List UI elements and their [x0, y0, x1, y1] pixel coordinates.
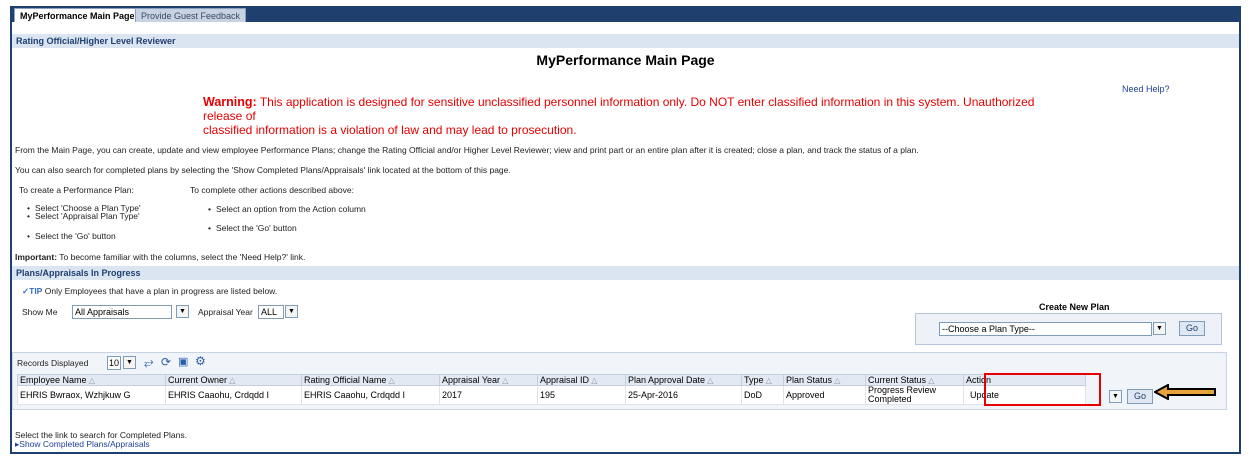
create-plan-go-button[interactable]: Go [1179, 321, 1206, 336]
cell-appraisal-year: 2017 [439, 385, 538, 405]
other-step-2: Select the 'Go' button [208, 223, 297, 233]
other-step-1: Select an option from the Action column [208, 204, 366, 214]
cell-employee-name: EHRIS Bwraox, Wzhjkuw G [17, 385, 166, 405]
tab-guest-feedback[interactable]: Provide Guest Feedback [135, 8, 247, 22]
refresh-icon[interactable]: ⟳ [161, 355, 171, 369]
cell-approval-date: 25-Apr-2016 [625, 385, 742, 405]
create-new-plan-panel: --Choose a Plan Type-- ▼ Go [915, 313, 1222, 345]
appraisal-year-dropdown-icon[interactable]: ▼ [285, 305, 298, 318]
plans-table: Employee Name Current Owner Rating Offic… [17, 374, 1086, 405]
important-note: Important: To become familiar with the c… [15, 252, 305, 262]
show-completed-plans-link[interactable]: ▸Show Completed Plans/Appraisals [15, 439, 150, 450]
need-help-link[interactable]: Need Help? [1122, 84, 1170, 94]
show-me-label: Show Me [22, 307, 58, 317]
show-me-dropdown-icon[interactable]: ▼ [176, 305, 189, 318]
create-step-3: Select the 'Go' button [27, 231, 116, 241]
plan-type-select[interactable]: --Choose a Plan Type-- [939, 322, 1152, 336]
cell-current-status: Progress Review Completed [865, 385, 964, 405]
action-go-button[interactable]: Go [1127, 389, 1154, 404]
role-header: Rating Official/Higher Level Reviewer [12, 34, 1239, 48]
appraisal-year-select[interactable]: ALL [258, 305, 284, 319]
table-row: EHRIS Bwraox, Wzhjkuw G EHRIS Caaohu, Cr… [17, 385, 1086, 405]
show-me-select[interactable]: All Appraisals [72, 305, 172, 319]
create-step-2: Select 'Appraisal Plan Type' [27, 211, 140, 221]
tab-myperformance-main[interactable]: MyPerformance Main Page [14, 8, 141, 22]
action-highlight-box [984, 373, 1101, 406]
warning-label: Warning: [203, 95, 257, 109]
warning-line1: This application is designed for sensiti… [203, 95, 1035, 123]
col-plan-status[interactable]: Plan Status [783, 374, 866, 386]
plans-table-panel: Records Displayed 10 ▼ ⥂ ⟳ ▣ ⚙ Employee … [12, 352, 1227, 410]
col-type[interactable]: Type [741, 374, 784, 386]
create-new-plan-title: Create New Plan [1039, 302, 1110, 312]
export-icon[interactable]: ▣ [178, 355, 188, 368]
records-dropdown-icon[interactable]: ▼ [123, 356, 136, 369]
col-employee-name[interactable]: Employee Name [17, 374, 166, 386]
col-current-owner[interactable]: Current Owner [165, 374, 302, 386]
expand-icon[interactable]: ⥂ [144, 355, 154, 370]
col-appraisal-year[interactable]: Appraisal Year [439, 374, 538, 386]
cell-current-owner: EHRIS Caaohu, Crdqdd I [165, 385, 302, 405]
warning-message: Warning: This application is designed fo… [203, 95, 1073, 137]
intro-paragraph-2: You can also search for completed plans … [15, 165, 511, 175]
cell-appraisal-id: 195 [537, 385, 626, 405]
col-current-status[interactable]: Current Status [865, 374, 964, 386]
cell-type: DoD [741, 385, 784, 405]
important-text: To become familiar with the columns, sel… [59, 252, 306, 262]
show-completed-plans-label[interactable]: Show Completed Plans/Appraisals [19, 439, 149, 449]
records-displayed-select[interactable]: 10 [107, 356, 121, 370]
col-appraisal-id[interactable]: Appraisal ID [537, 374, 626, 386]
table-header-row: Employee Name Current Owner Rating Offic… [17, 374, 1086, 386]
col-plan-approval-date[interactable]: Plan Approval Date [625, 374, 742, 386]
action-dropdown-icon[interactable]: ▼ [1109, 390, 1122, 403]
tip-label: TIP [29, 286, 43, 296]
appraisal-year-label: Appraisal Year [198, 307, 253, 317]
pointer-arrow-icon [1154, 384, 1216, 400]
page-title: MyPerformance Main Page [536, 52, 715, 68]
warning-line2: classified information is a violation of… [203, 123, 577, 137]
cell-plan-status: Approved [783, 385, 866, 405]
section-title-in-progress: Plans/Appraisals In Progress [12, 266, 1239, 280]
records-displayed-label: Records Displayed [17, 358, 89, 368]
important-label: Important: [15, 252, 58, 262]
col-rating-official[interactable]: Rating Official Name [301, 374, 440, 386]
tip-text: Only Employees that have a plan in progr… [44, 286, 278, 296]
tip-line: ✓TIP Only Employees that have a plan in … [22, 286, 277, 297]
plan-type-dropdown-icon[interactable]: ▼ [1153, 322, 1166, 335]
create-plan-heading: To create a Performance Plan: [19, 185, 134, 195]
settings-icon[interactable]: ⚙ [195, 354, 206, 368]
intro-paragraph-1: From the Main Page, you can create, upda… [15, 145, 919, 155]
app-frame: MyPerformance Main Page Provide Guest Fe… [10, 6, 1241, 454]
tab-bar: MyPerformance Main Page Provide Guest Fe… [12, 6, 1239, 22]
cell-rating-official: EHRIS Caaohu, Crdqdd I [301, 385, 440, 405]
other-actions-heading: To complete other actions described abov… [190, 185, 354, 195]
